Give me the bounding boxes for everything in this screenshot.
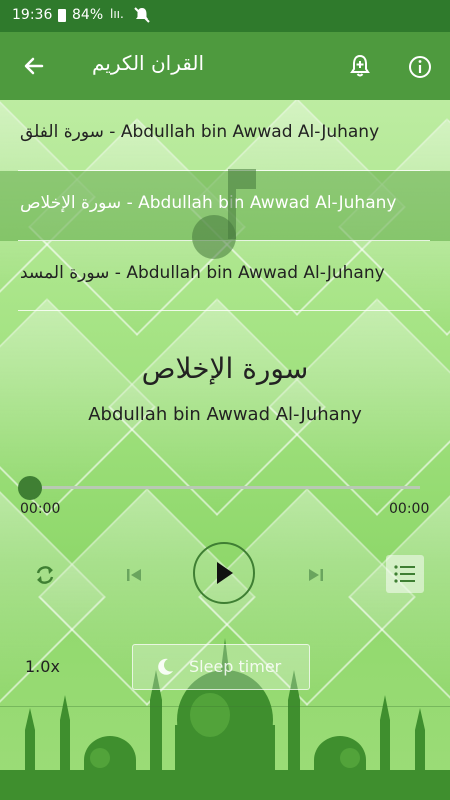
playlist-icon: [394, 565, 415, 583]
play-icon: [217, 562, 233, 584]
battery-percent: 84%: [72, 7, 104, 23]
reciter-name: Abdullah bin Awwad Al-Juhany: [126, 263, 385, 283]
list-item-text: سورة الفلق - Abdullah bin Awwad Al-Juhan…: [20, 122, 379, 142]
reciter-name: Abdullah bin Awwad Al-Juhany: [120, 122, 380, 142]
surah-name: سورة الإخلاص: [20, 193, 122, 213]
app-title: القران الكريم: [92, 51, 205, 75]
play-button[interactable]: [193, 542, 255, 604]
now-playing-title: سورة الإخلاص: [141, 352, 309, 385]
skip-previous-icon[interactable]: [122, 563, 146, 587]
total-time: 00:00: [389, 501, 430, 517]
separator-dash: -: [109, 122, 121, 142]
list-item[interactable]: سورة الفلق - Abdullah bin Awwad Al-Juhan…: [0, 100, 450, 170]
now-playing-artist: Abdullah bin Awwad Al-Juhany: [88, 404, 362, 425]
playlist-button[interactable]: [386, 555, 424, 593]
skip-next-icon[interactable]: [304, 563, 328, 587]
repeat-icon[interactable]: [32, 562, 58, 588]
current-time: 00:00: [20, 501, 61, 517]
status-time: 19:36: [12, 7, 53, 23]
bell-add-icon[interactable]: [346, 52, 374, 80]
signal-indicator: lıı.: [110, 7, 124, 21]
sleep-timer-label: Sleep timer: [189, 657, 282, 676]
sleep-timer-button[interactable]: Sleep timer: [132, 644, 310, 690]
mute-icon: [134, 7, 150, 23]
separator-dash: -: [114, 263, 127, 283]
seek-bar[interactable]: [30, 486, 420, 489]
divider: [18, 310, 430, 311]
back-arrow-icon[interactable]: [20, 52, 48, 80]
footer-divider: [0, 706, 450, 707]
surah-name: سورة الفلق: [20, 122, 104, 142]
moon-icon: [158, 658, 173, 675]
separator-dash: -: [126, 193, 139, 213]
seek-thumb[interactable]: [18, 476, 42, 500]
reciter-name: Abdullah bin Awwad Al-Juhany: [138, 193, 397, 213]
surah-name: سورة المسد: [20, 263, 110, 283]
status-bar: 19:36 84% lıı.: [0, 0, 450, 32]
battery-icon: [58, 9, 66, 22]
music-note-icon: [192, 169, 256, 259]
list-item-text: سورة المسد - Abdullah bin Awwad Al-Juhan…: [20, 263, 385, 283]
info-icon[interactable]: [405, 52, 435, 82]
app-bar: القران الكريم: [0, 32, 450, 100]
